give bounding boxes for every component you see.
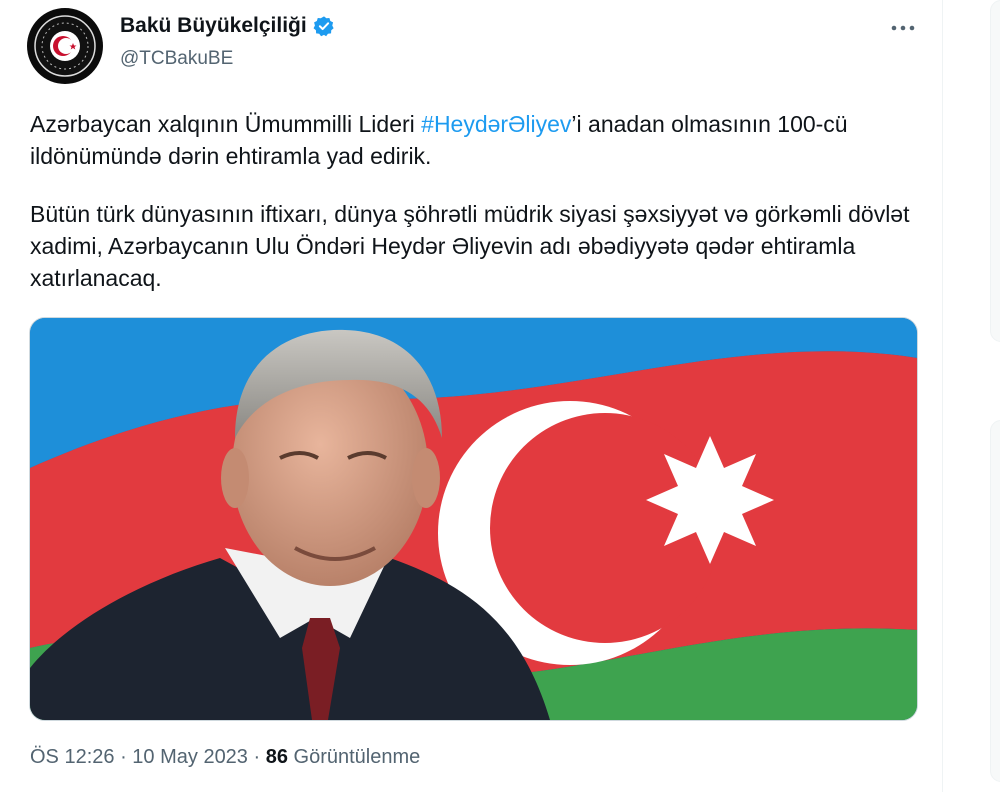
meta-separator: ·: [247, 746, 266, 768]
sidebar-panel: [990, 0, 1000, 342]
tweet-date[interactable]: 10 May 2023: [132, 746, 248, 768]
views-label: Görüntülenme: [293, 746, 421, 768]
tweet-meta: ÖS 12:26 · 10 May 2023 · 86 Görüntülenme: [30, 746, 420, 769]
tweet-time[interactable]: ÖS 12:26: [30, 746, 115, 768]
account-name[interactable]: Bakü Büyükelçiliği: [120, 14, 307, 38]
account-handle[interactable]: @TCBakuBE: [120, 48, 233, 70]
verified-badge-icon: [313, 16, 334, 37]
tweet-text-part: Azərbaycan xalqının Ümummilli Lideri: [30, 111, 422, 137]
tweet-paragraph-1: Azərbaycan xalqının Ümummilli Lideri #He…: [30, 108, 910, 172]
more-options-icon[interactable]: [888, 16, 918, 40]
tweet-photo[interactable]: [29, 317, 918, 721]
tweet-text: Azərbaycan xalqının Ümummilli Lideri #He…: [30, 108, 910, 294]
tweet-card: Bakü Büyükelçiliği @TCBakuBE Azərbaycan …: [0, 0, 943, 792]
right-sidebar: [962, 0, 1000, 792]
meta-separator: ·: [114, 746, 133, 768]
tweet-paragraph-2: Bütün türk dünyasının iftixarı, dünya şö…: [30, 201, 910, 291]
sidebar-panel: [990, 420, 1000, 782]
account-header[interactable]: Bakü Büyükelçiliği: [120, 14, 335, 38]
account-avatar[interactable]: [27, 8, 103, 84]
tweet-photo-image: [30, 318, 917, 720]
hashtag-link[interactable]: #HeydərƏliyev: [421, 111, 571, 137]
views-count: 86: [265, 746, 288, 768]
embassy-seal-icon: [34, 15, 96, 77]
